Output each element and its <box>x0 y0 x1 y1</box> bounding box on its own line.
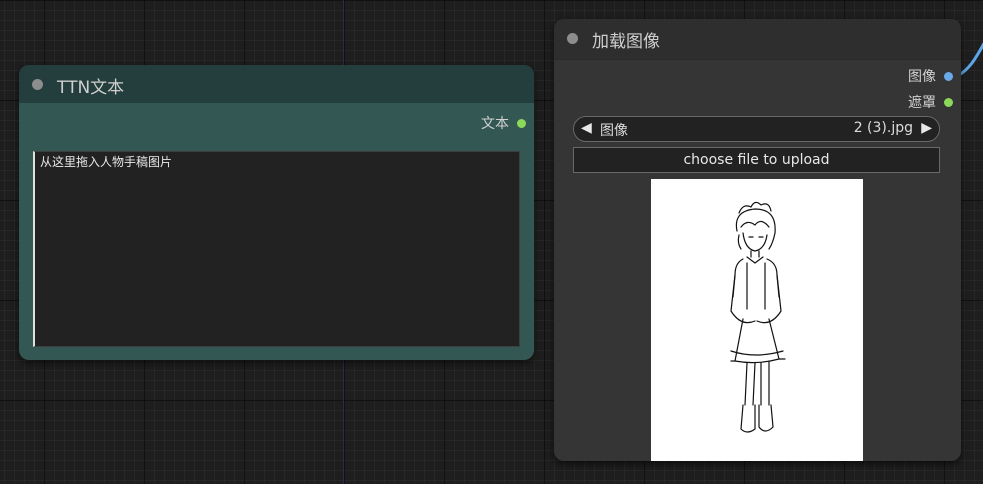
output-mask-row: 遮罩 <box>908 92 953 112</box>
output-image-row: 图像 <box>908 66 953 86</box>
output-text-row: 文本 <box>481 113 526 133</box>
output-slot-icon[interactable] <box>944 71 953 81</box>
output-label: 文本 <box>481 116 509 132</box>
collapse-dot-icon[interactable] <box>567 33 578 44</box>
image-preview <box>651 179 863 461</box>
output-slot-icon[interactable] <box>944 97 953 107</box>
combo-label: 图像 <box>600 123 628 139</box>
output-label: 遮罩 <box>908 95 936 111</box>
node-title: 加载图像 <box>592 32 660 52</box>
text-input[interactable]: 从这里拖入人物手稿图片 <box>33 151 520 347</box>
image-combo-widget[interactable]: ◀ 图像 2 (3).jpg ▶ <box>573 116 940 142</box>
ttn-text-node[interactable]: TTN文本 文本 从这里拖入人物手稿图片 <box>19 65 534 360</box>
collapse-dot-icon[interactable] <box>32 79 43 90</box>
character-sketch-image <box>730 201 786 433</box>
node-title-bar[interactable]: TTN文本 <box>19 65 534 103</box>
combo-value: 2 (3).jpg <box>853 120 913 136</box>
node-title: TTN文本 <box>57 78 125 98</box>
prev-arrow-icon[interactable]: ◀ <box>581 120 592 136</box>
output-label: 图像 <box>908 69 936 85</box>
load-image-node[interactable]: 加载图像 图像 遮罩 ◀ 图像 2 (3).jpg ▶ choose file … <box>554 19 961 461</box>
upload-button[interactable]: choose file to upload <box>573 147 940 173</box>
output-slot-icon[interactable] <box>517 118 526 128</box>
next-arrow-icon[interactable]: ▶ <box>921 120 932 136</box>
node-title-bar[interactable]: 加载图像 <box>554 19 961 60</box>
